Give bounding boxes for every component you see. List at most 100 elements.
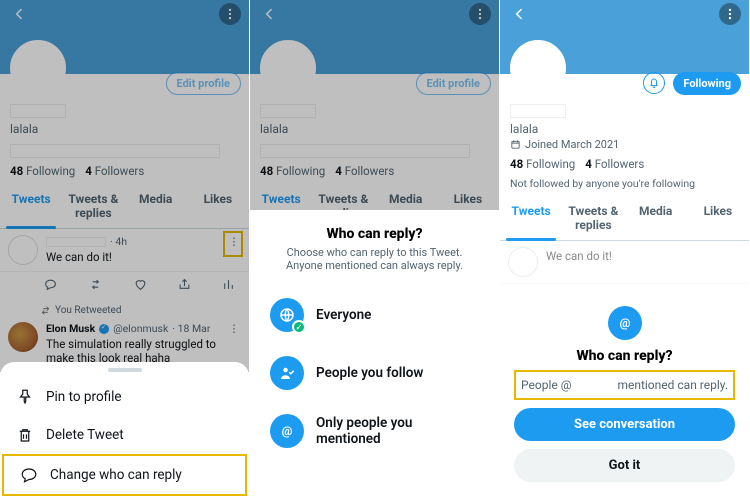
following-button[interactable]: Following [673,72,741,95]
display-name-redacted [510,104,566,118]
bio-redacted [10,144,220,158]
svg-text:@: @ [619,316,630,330]
avatar-row: Edit profile [0,74,249,100]
dialog-message: People @ mentioned can reply. [514,370,735,400]
joined-text: Joined March 2021 [525,138,619,151]
tab-media[interactable]: Media [625,196,687,240]
msg-prefix: People @ [521,378,571,392]
following-label: Following [276,164,325,178]
not-followed-text: Not followed by anyone you're following [500,177,749,196]
joined-row: Joined March 2021 [500,138,749,155]
back-icon[interactable] [508,3,530,25]
back-icon[interactable] [8,3,30,25]
overflow-icon[interactable] [469,3,491,25]
tweet-time: · 18 Mar [172,322,210,335]
tweet[interactable]: · 4h ⋮ We can do it! [0,229,249,272]
notify-bell-icon[interactable] [643,72,665,94]
tweet-avatar[interactable] [8,235,38,265]
tab-replies[interactable]: Tweets & replies [562,196,624,240]
tweet-actions [0,272,249,301]
choice-label: Only people you mentioned [316,415,479,447]
option-change-reply[interactable]: Change who can reply [2,454,247,496]
msg-suffix: mentioned can reply. [617,378,728,392]
got-it-button[interactable]: Got it [514,449,735,482]
reply-icon[interactable] [44,276,57,295]
screen-reply-chooser: Edit profile lalala 48 Following 4 Follo… [250,0,500,500]
tweet-more-icon[interactable]: ⋮ [227,322,241,335]
tweet-text: We can do it! [46,250,241,264]
tweet[interactable]: We can do it! [500,241,749,284]
tab-tweets[interactable]: Tweets [0,184,62,228]
option-label: Delete Tweet [46,427,124,443]
followers-count[interactable]: 4 [585,157,592,171]
option-pin[interactable]: Pin to profile [0,378,249,416]
pin-icon [16,388,34,406]
calendar-icon [510,139,521,150]
option-label: Pin to profile [46,389,122,405]
bio-redacted [260,144,470,158]
like-icon[interactable] [134,276,147,295]
svg-text:@: @ [282,424,293,438]
dialog-title: Who can reply? [514,348,735,364]
at-icon: @ [608,306,642,340]
analytics-icon[interactable] [222,276,235,295]
followers-count[interactable]: 4 [335,164,342,178]
tweet-avatar[interactable] [8,322,38,352]
retweet-icon[interactable] [88,276,103,295]
following-label: Following [526,157,575,171]
profile-area-dimmed: Edit profile lalala 48 Following 4 Follo… [0,0,249,372]
tweet-author-handle: @elonmusk [113,322,168,335]
choice-mentioned[interactable]: @ Only people you mentioned [262,402,487,460]
tab-likes[interactable]: Likes [687,196,749,240]
overflow-icon[interactable] [219,3,241,25]
tab-tweets[interactable]: Tweets [250,184,312,210]
verified-icon [99,324,109,334]
stats-row: 48 Following 4 Followers [0,162,249,184]
tweet-avatar[interactable] [508,247,538,277]
retweet-label: You Retweeted [0,301,249,316]
option-delete[interactable]: Delete Tweet [0,416,249,454]
handle: lalala [260,122,489,136]
tab-media[interactable]: Media [125,184,187,228]
see-conversation-button[interactable]: See conversation [514,408,735,441]
followers-label: Followers [595,157,645,171]
profile-tabs: Tweets Tweets & replies Media Likes [0,184,249,229]
overflow-icon[interactable] [719,3,741,25]
globe-icon [270,298,304,332]
following-count[interactable]: 48 [260,164,273,178]
following-count[interactable]: 48 [510,157,523,171]
tweet-text: The simulation really struggled to make … [46,337,241,365]
edit-profile-button[interactable]: Edit profile [416,72,491,95]
choice-label: Everyone [316,307,371,323]
avatar[interactable] [260,40,316,96]
back-icon[interactable] [258,3,280,25]
sheet-grabber[interactable] [108,368,142,372]
tab-tweets[interactable]: Tweets [500,196,562,240]
choice-everyone[interactable]: Everyone [262,286,487,344]
topbar [0,0,249,28]
avatar[interactable] [10,40,66,96]
avatar[interactable] [510,40,566,96]
share-icon[interactable] [178,276,191,295]
handle: lalala [510,122,739,136]
tab-likes[interactable]: Likes [187,184,249,228]
following-count[interactable]: 48 [10,164,23,178]
trash-icon [16,426,34,444]
tab-likes[interactable]: Likes [437,184,499,210]
followers-count[interactable]: 4 [85,164,92,178]
choice-people-you-follow[interactable]: People you follow [262,344,487,402]
person-check-icon [270,356,304,390]
tweet-text: We can do it! [546,249,741,263]
tab-replies[interactable]: Tweets & replies [62,184,124,228]
screen-tweet-menu: Edit profile lalala 48 Following 4 Follo… [0,0,250,500]
tab-replies[interactable]: Tweets & replies [312,184,374,210]
followers-label: Followers [345,164,395,178]
sheet-title: Who can reply? [262,226,487,242]
at-icon: @ [270,414,304,448]
name-block: lalala [0,100,249,138]
edit-profile-button[interactable]: Edit profile [166,72,241,95]
followers-label: Followers [95,164,145,178]
tab-media[interactable]: Media [375,184,437,210]
handle: lalala [10,122,239,136]
retweet-label-text: You Retweeted [55,305,121,316]
